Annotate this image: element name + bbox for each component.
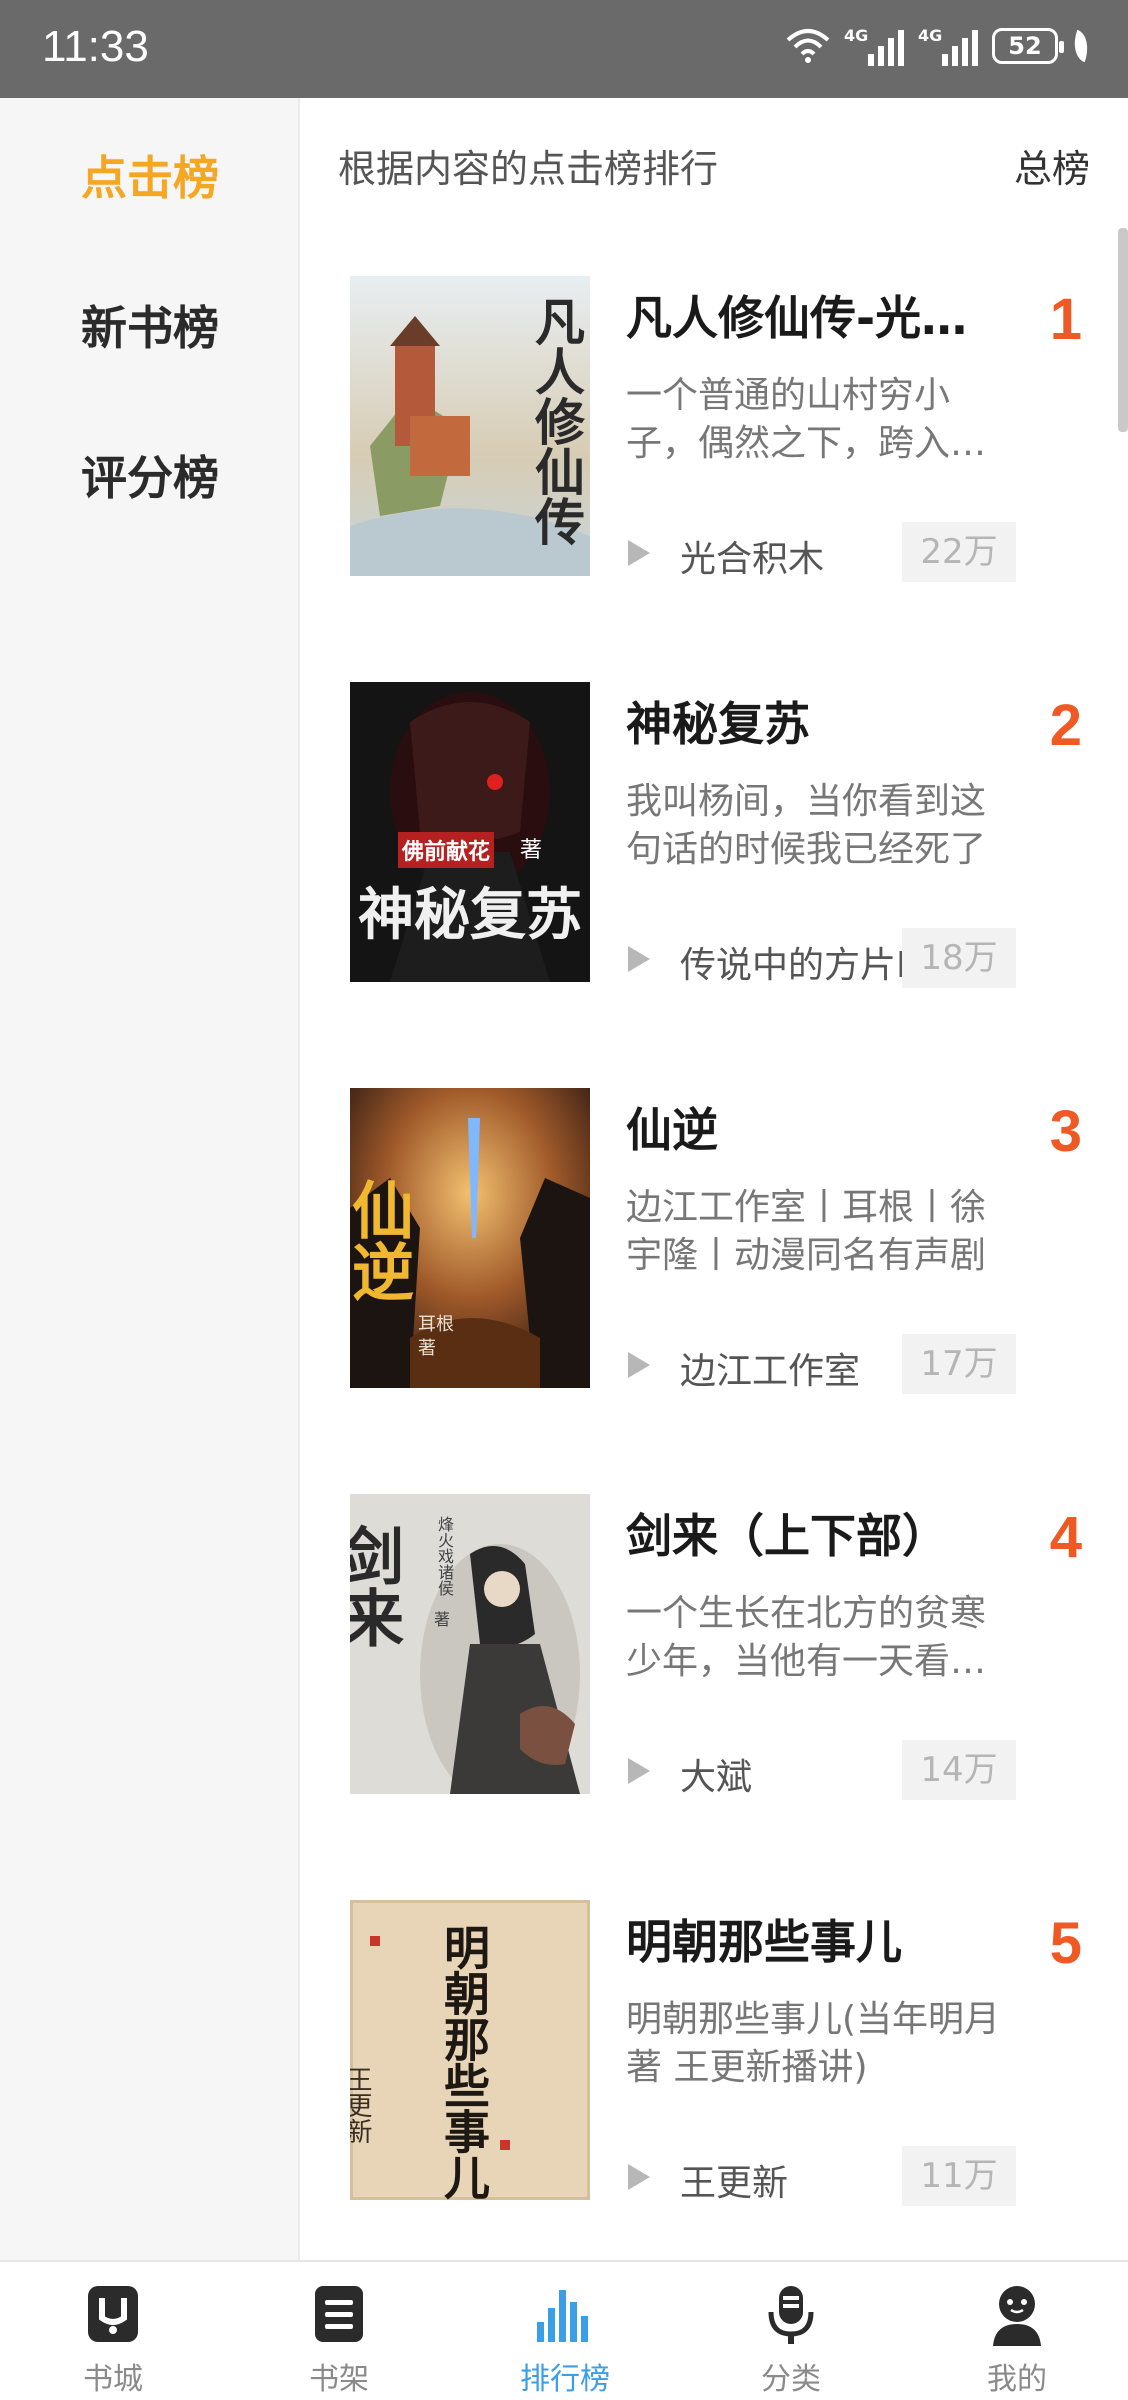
- rank-number: 2: [1049, 693, 1082, 758]
- rank-number: 4: [1049, 1505, 1082, 1570]
- book-description: 边江工作室丨耳根丨徐宇隆丨动漫同名有声剧: [626, 1187, 987, 1276]
- battery-level: 52: [1008, 32, 1042, 60]
- cover-author-suffix: 著: [418, 1338, 436, 1359]
- nav-ranking[interactable]: 排行榜: [452, 2262, 678, 2400]
- cover-author-tag: 佛前献花: [398, 832, 495, 868]
- author-row: 传说中的方片K 18万: [626, 928, 1016, 988]
- total-rank-filter[interactable]: 总榜: [1014, 138, 1090, 193]
- nav-bookshelf[interactable]: 书架: [226, 2262, 452, 2400]
- rank-number: 3: [1049, 1099, 1082, 1164]
- play-icon: [628, 1758, 650, 1784]
- cover-author-suffix: 著: [434, 1610, 451, 1629]
- author-name: 王更新: [680, 2163, 789, 2204]
- battery-icon: 52: [992, 28, 1064, 64]
- list-heading: 根据内容的点击榜排行: [338, 147, 719, 191]
- book-cover: 明朝那些事儿 王更新: [350, 1900, 590, 2200]
- play-icon: [628, 2164, 650, 2190]
- bottom-nav: 书城 书架 排行榜 分类 我的: [0, 2260, 1128, 2400]
- book-description: 我叫杨间，当你看到这句话的时候我已经死了: [626, 781, 987, 870]
- ranking-sidebar: 点击榜 新书榜 评分榜: [0, 98, 300, 2260]
- cover-author-suffix: 著: [520, 838, 543, 863]
- rank-number: 1: [1049, 287, 1082, 352]
- wifi-icon: [786, 29, 830, 63]
- cover-author-tag: 王更新: [350, 2066, 372, 2144]
- status-icons: 4G 4G 52: [786, 26, 1095, 66]
- book-title: 剑来（上下部）: [626, 1509, 948, 1563]
- signal-icon-2: 4G: [918, 26, 978, 66]
- author-name: 大斌: [680, 1757, 753, 1798]
- book-description: 一个生长在北方的贫寒少年，当他有一天看到天下的时候: [626, 1593, 987, 1682]
- book-item[interactable]: 剑来 烽火戏诸侯 著 剑来（上下部） 4 一个生长在北方的贫寒少年，当他有一天看…: [350, 1494, 1090, 1800]
- book-cover: 佛前献花 著 神秘复苏: [350, 682, 590, 982]
- cover-author-tag: 耳根: [418, 1314, 454, 1335]
- author-row: 边江工作室 17万: [626, 1334, 1016, 1394]
- book-item[interactable]: 凡人修仙传 凡人修仙传-光合积木 1 一个普通的山村穷小子，偶然之下，跨入到一个…: [350, 276, 1090, 582]
- nav-category[interactable]: 分类: [678, 2262, 904, 2400]
- status-time: 11:33: [42, 22, 149, 71]
- author-row: 光合积木 22万: [626, 522, 1016, 582]
- author-name: 传说中的方片K: [680, 945, 910, 986]
- hit-count-badge: 22万: [902, 522, 1016, 582]
- ranking-icon: [537, 2290, 588, 2342]
- play-icon: [628, 540, 650, 566]
- book-title: 神秘复苏: [626, 697, 810, 751]
- cover-title: 剑来: [350, 1524, 404, 1648]
- author-name: 光合积木: [680, 539, 825, 580]
- book-title: 仙逆: [626, 1103, 718, 1157]
- book-description: 明朝那些事儿(当年明月著 王更新播讲): [626, 1999, 1001, 2088]
- cover-author-tag: 烽火戏诸侯: [435, 1516, 454, 1596]
- hit-count-badge: 14万: [902, 1740, 1016, 1800]
- nav-label: 分类: [761, 2362, 821, 2397]
- cover-title: 明朝那些事儿: [437, 1924, 491, 2200]
- nav-label: 书架: [309, 2362, 369, 2397]
- book-description: 一个普通的山村穷小子，偶然之下，跨入到一个江湖小门派: [626, 375, 987, 464]
- sidebar-item-new-books[interactable]: 新书榜: [0, 292, 300, 358]
- microphone-icon: [768, 2286, 814, 2344]
- book-title: 明朝那些事儿: [626, 1915, 902, 1969]
- rank-number: 5: [1049, 1911, 1082, 1976]
- author-row: 王更新 11万: [626, 2146, 1016, 2206]
- bookstore-icon: [88, 2286, 138, 2342]
- hit-count-badge: 18万: [902, 928, 1016, 988]
- status-bar: 11:33 4G 4G 52: [0, 0, 1128, 98]
- nav-label: 书城: [83, 2362, 143, 2397]
- author-name: 边江工作室: [680, 1351, 861, 1392]
- cover-title: 神秘复苏: [358, 882, 582, 948]
- book-item[interactable]: 仙逆 耳根 著 仙逆 3 边江工作室丨耳根丨徐宇隆丨动漫同名有声剧 边江工作室 …: [350, 1088, 1090, 1394]
- nav-bookstore[interactable]: 书城: [0, 2262, 226, 2400]
- book-cover: 凡人修仙传: [350, 276, 590, 576]
- leaf-icon: [1067, 29, 1095, 63]
- hit-count-badge: 17万: [902, 1334, 1016, 1394]
- hit-count-badge: 11万: [902, 2146, 1016, 2206]
- sidebar-item-rating[interactable]: 评分榜: [0, 442, 300, 508]
- play-icon: [628, 1352, 650, 1378]
- author-row: 大斌 14万: [626, 1740, 1016, 1800]
- book-cover: 剑来 烽火戏诸侯 著: [350, 1494, 590, 1794]
- cover-title: 凡人修仙传: [527, 296, 586, 546]
- nav-label: 排行榜: [520, 2362, 610, 2397]
- nav-label: 我的: [987, 2362, 1047, 2397]
- sidebar-item-click-rank[interactable]: 点击榜: [0, 142, 300, 208]
- book-item[interactable]: 佛前献花 著 神秘复苏 神秘复苏 2 我叫杨间，当你看到这句话的时候我已经死了 …: [350, 682, 1090, 988]
- nav-profile[interactable]: 我的: [904, 2262, 1128, 2400]
- cover-title: 仙逆: [350, 1178, 414, 1302]
- play-icon: [628, 946, 650, 972]
- book-title: 凡人修仙传-光合积木: [626, 291, 1001, 345]
- scrollbar[interactable]: [1118, 228, 1128, 432]
- book-item[interactable]: 明朝那些事儿 王更新 明朝那些事儿 5 明朝那些事儿(当年明月著 王更新播讲) …: [350, 1900, 1090, 2206]
- profile-icon: [993, 2286, 1041, 2346]
- bookshelf-icon: [315, 2286, 363, 2342]
- signal-icon: 4G: [844, 26, 904, 66]
- book-cover: 仙逆 耳根 著: [350, 1088, 590, 1388]
